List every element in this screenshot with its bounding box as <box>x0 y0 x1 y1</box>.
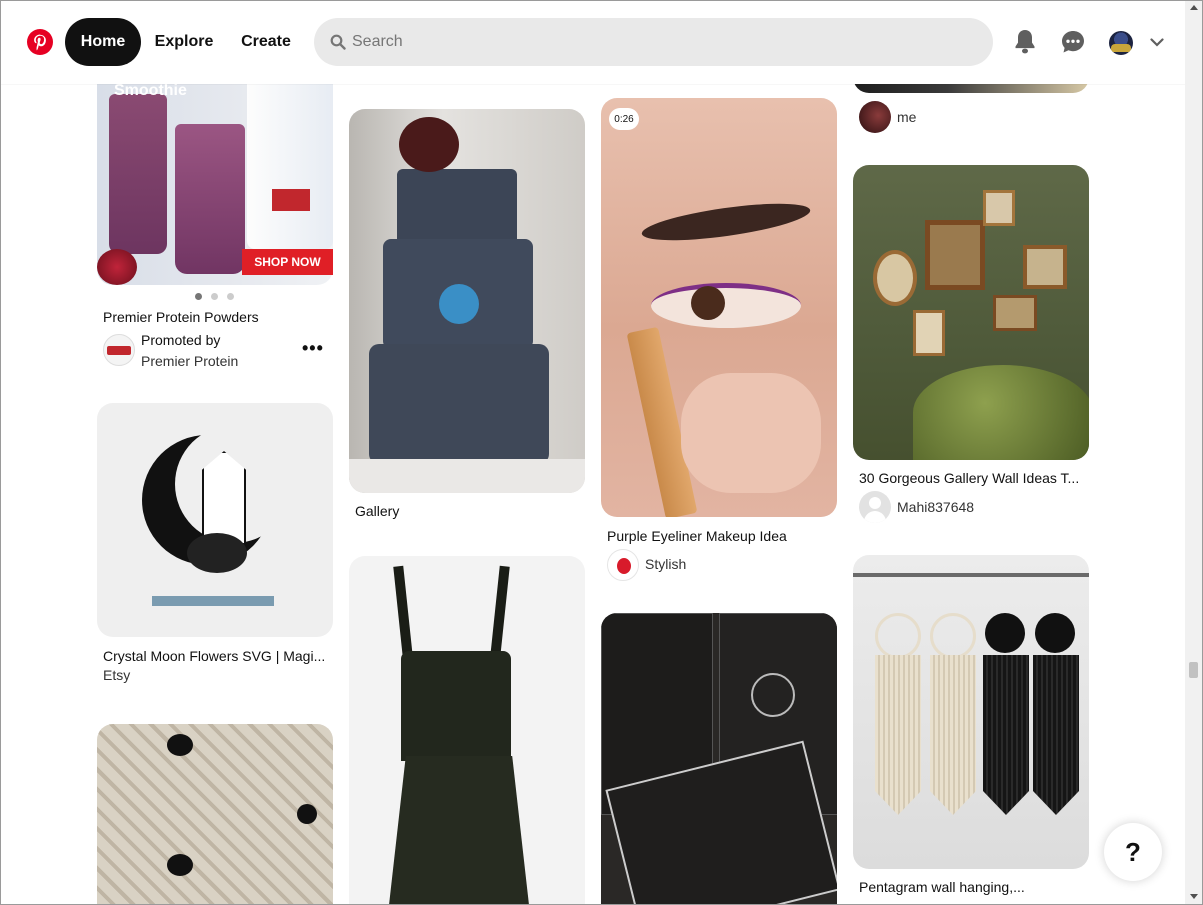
carousel-dot[interactable] <box>211 293 218 300</box>
eyeliner-video-pin-image[interactable] <box>601 98 837 517</box>
wedding-invitation-pin-image[interactable] <box>601 613 837 905</box>
pentagram-wall-hanging-pin-image[interactable] <box>853 555 1089 869</box>
search-input[interactable] <box>352 18 952 66</box>
chevron-down-icon[interactable] <box>1150 38 1164 47</box>
smoothie-overlay-text: Smoothie <box>114 82 187 99</box>
search-icon <box>330 34 346 50</box>
scroll-up-arrow-icon[interactable] <box>1190 5 1198 10</box>
nav-home-button[interactable]: Home <box>65 18 141 66</box>
messages-icon[interactable] <box>1061 30 1085 54</box>
pin-user-name[interactable]: Mahi837648 <box>897 499 974 515</box>
user-avatar[interactable] <box>1109 31 1133 55</box>
scroll-down-arrow-icon[interactable] <box>1190 894 1198 899</box>
pin-title[interactable]: Premier Protein Powders <box>103 309 259 325</box>
pin-title[interactable]: Crystal Moon Flowers SVG | Magi... <box>103 648 325 664</box>
help-button[interactable]: ? <box>1104 823 1162 881</box>
pin-title[interactable]: Purple Eyeliner Makeup Idea <box>607 528 787 544</box>
carousel-dot[interactable] <box>195 293 202 300</box>
page-scrollbar[interactable] <box>1185 0 1202 905</box>
scroll-thumb[interactable] <box>1189 662 1198 678</box>
help-icon: ? <box>1125 836 1141 867</box>
shop-now-badge[interactable]: SHOP NOW <box>242 249 333 275</box>
user-avatar-default[interactable] <box>859 491 891 523</box>
bell-icon[interactable] <box>1014 29 1036 54</box>
promoted-label: Promoted by <box>141 332 221 348</box>
pin-title[interactable]: 30 Gorgeous Gallery Wall Ideas T... <box>859 470 1079 486</box>
user-avatar-me[interactable] <box>859 101 891 133</box>
crochet-spider-pin-image[interactable] <box>97 724 333 905</box>
more-icon[interactable]: ••• <box>302 338 324 359</box>
pinterest-logo[interactable] <box>27 29 53 55</box>
carousel-dot[interactable] <box>227 293 234 300</box>
top-nav-bar: Home Explore Create <box>0 0 1185 84</box>
user-avatar-stylish[interactable] <box>607 549 639 581</box>
pin-title[interactable]: Pentagram wall hanging,... <box>859 879 1025 895</box>
crystal-moon-pin-image[interactable] <box>97 403 333 637</box>
nav-explore-button[interactable]: Explore <box>147 18 221 66</box>
advertiser-name[interactable]: Premier Protein <box>141 353 238 369</box>
black-dress-pin-image[interactable] <box>349 556 585 905</box>
pin-user-name[interactable]: Stylish <box>645 556 686 572</box>
video-duration-badge: 0:26 <box>609 108 639 130</box>
pin-title[interactable]: Gallery <box>355 503 399 519</box>
advertiser-avatar[interactable] <box>103 334 135 366</box>
search-bar[interactable] <box>314 18 993 66</box>
nav-create-button[interactable]: Create <box>233 18 299 66</box>
pin-source[interactable]: Etsy <box>103 667 130 683</box>
cake-pin-image[interactable] <box>349 109 585 493</box>
gallery-wall-pin-image[interactable] <box>853 165 1089 460</box>
pin-user-name[interactable]: me <box>897 109 916 125</box>
